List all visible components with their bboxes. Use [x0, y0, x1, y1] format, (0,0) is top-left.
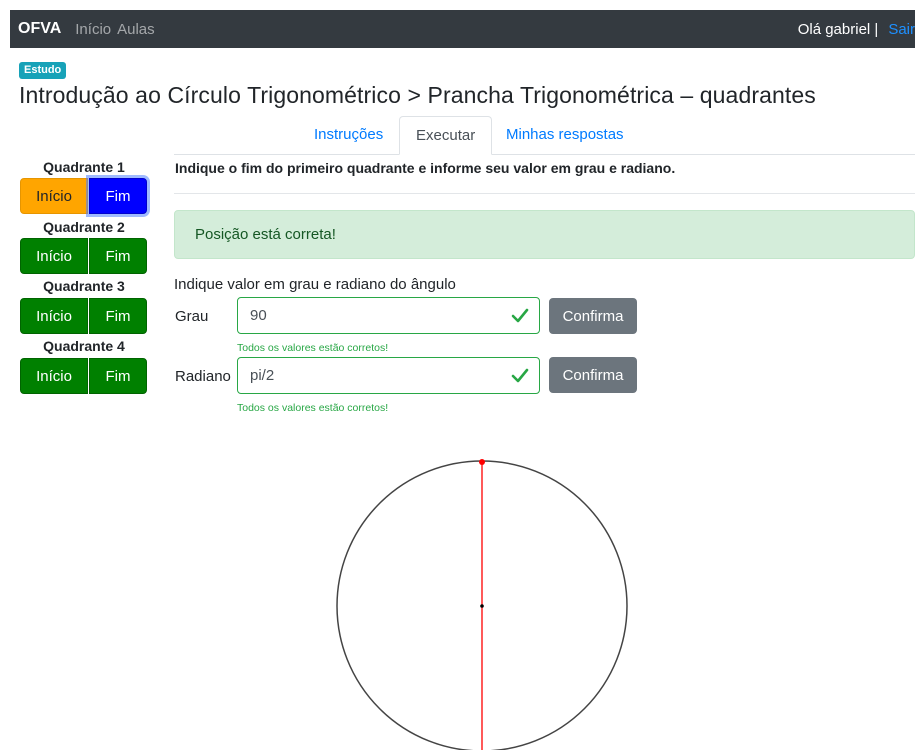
nav-link-aulas[interactable]: Aulas	[117, 21, 155, 38]
quadrant-1-title: Quadrante 1	[43, 159, 125, 175]
divider	[174, 193, 915, 194]
quadrant-2-start-button[interactable]: Início	[20, 238, 88, 274]
nav-link-inicio[interactable]: Início	[75, 21, 111, 38]
trigonometric-circle-board[interactable]	[330, 455, 635, 750]
grau-label: Grau	[175, 308, 209, 325]
page-title: Introdução ao Círculo Trigonométrico > P…	[19, 82, 816, 108]
quadrant-3-title: Quadrante 3	[43, 278, 125, 294]
grau-input[interactable]: 90	[237, 297, 540, 334]
quadrant-2-end-button[interactable]: Fim	[89, 238, 147, 274]
top-navbar: OFVA Início Aulas Olá gabriel | Sair	[10, 10, 915, 48]
radiano-confirm-button[interactable]: Confirma	[549, 357, 637, 393]
tab-bar: Instruções Executar Minhas respostas	[174, 116, 915, 155]
angle-marker-point[interactable]	[479, 459, 485, 465]
quadrant-2-title: Quadrante 2	[43, 219, 125, 235]
task-instruction: Indique o fim do primeiro quadrante e in…	[175, 160, 676, 176]
check-icon	[511, 308, 529, 323]
radiano-feedback: Todos os valores estão corretos!	[237, 402, 389, 414]
status-badge: Estudo	[19, 62, 67, 79]
angle-prompt: Indique valor em grau e radiano do ângul…	[174, 276, 456, 293]
user-greeting: Olá gabriel |	[797, 20, 879, 38]
quadrant-1-end-button[interactable]: Fim	[89, 178, 147, 214]
logout-link[interactable]: Sair	[888, 21, 915, 38]
grau-value: 90	[250, 307, 267, 324]
tab-instrucoes[interactable]: Instruções	[298, 116, 399, 155]
radiano-value: pi/2	[250, 367, 275, 384]
quadrant-3-start-button[interactable]: Início	[20, 298, 88, 334]
quadrant-3-end-button[interactable]: Fim	[89, 298, 147, 334]
quadrant-4-start-button[interactable]: Início	[20, 358, 88, 394]
grau-confirm-button[interactable]: Confirma	[549, 298, 637, 334]
quadrant-4-end-button[interactable]: Fim	[89, 358, 147, 394]
grau-feedback: Todos os valores estão corretos!	[237, 342, 389, 354]
tab-minhas-respostas[interactable]: Minhas respostas	[490, 116, 640, 155]
tab-executar[interactable]: Executar	[399, 116, 493, 155]
radiano-label: Radiano	[175, 368, 231, 385]
check-icon	[511, 368, 529, 383]
quadrant-4-title: Quadrante 4	[43, 338, 125, 354]
quadrant-1-start-button[interactable]: Início	[20, 178, 88, 214]
radiano-input[interactable]: pi/2	[237, 357, 540, 394]
center-point	[480, 604, 484, 608]
success-alert: Posição está correta!	[174, 210, 915, 259]
brand-logo[interactable]: OFVA	[18, 20, 61, 38]
